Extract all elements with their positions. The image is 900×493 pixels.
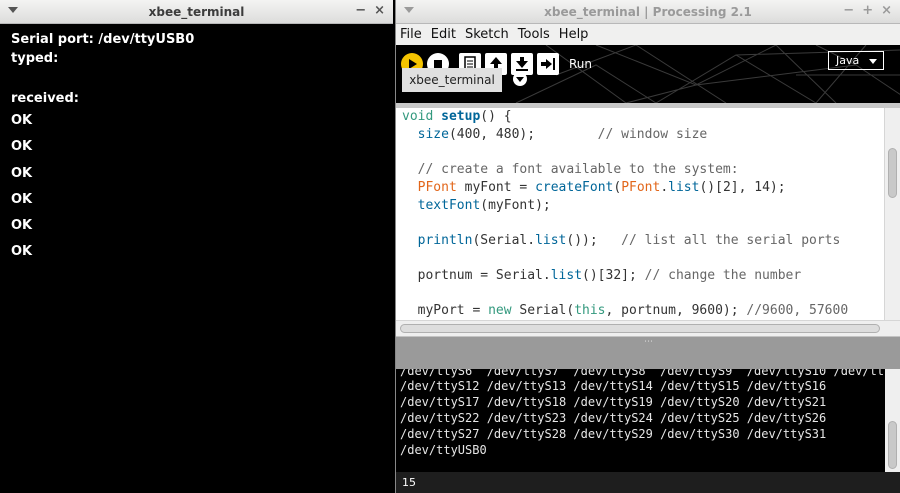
menu-file[interactable]: File — [400, 27, 422, 42]
code-editor[interactable]: void setup() { size(400, 480); // window… — [396, 108, 884, 320]
sketch-output-window: xbee_terminal − × Serial port: /dev/ttyU… — [0, 0, 393, 493]
console-line: /dev/ttyS22 /dev/ttyS23 /dev/ttyS24 /dev… — [400, 411, 827, 425]
menu-help[interactable]: Help — [559, 27, 589, 42]
menu-sketch[interactable]: Sketch — [465, 27, 509, 42]
tab-menu-icon[interactable] — [513, 72, 527, 86]
editor-horizontal-scrollbar[interactable] — [396, 320, 900, 336]
ide-window-title: xbee_terminal | Processing 2.1 — [544, 4, 752, 19]
code-line: PFont myFont = createFont(PFont.list()[2… — [402, 180, 786, 195]
console-scrollbar[interactable] — [885, 369, 900, 472]
console-line: /dev/ttyS27 /dev/ttyS28 /dev/ttyS29 /dev… — [400, 427, 827, 441]
divider-grip-icon[interactable]: ⋯ — [644, 337, 653, 347]
export-button[interactable] — [537, 53, 559, 75]
chevron-down-icon — [869, 59, 877, 64]
console-line: /dev/ttyS12 /dev/ttyS13 /dev/ttyS14 /dev… — [400, 379, 827, 393]
toolbar-status-label: Run — [569, 57, 593, 71]
window-menu-icon[interactable] — [8, 7, 18, 13]
console-line: /dev/ttyUSB0 — [400, 443, 487, 457]
editor-vertical-scrollbar[interactable] — [884, 108, 900, 320]
mode-selector[interactable]: Java — [828, 51, 884, 70]
line-number-status: 15 — [396, 472, 900, 493]
tab-xbee-terminal[interactable]: xbee_terminal — [402, 68, 502, 92]
toolbar: Run Java xbee_terminal — [396, 45, 900, 103]
serial-port-line: Serial port: /dev/ttyUSB0 — [11, 32, 195, 47]
processing-ide-window: xbee_terminal | Processing 2.1 − + × Fil… — [395, 0, 900, 493]
code-line: // create a font available to the system… — [402, 162, 739, 177]
sketch-window-title: xbee_terminal — [148, 4, 245, 19]
code-line: size(400, 480); // window size — [402, 127, 708, 142]
received-line: OK — [11, 191, 33, 207]
received-line: OK — [11, 218, 33, 234]
close-button[interactable]: × — [881, 3, 892, 18]
desktop: xbee_terminal − × Serial port: /dev/ttyU… — [0, 0, 900, 493]
minimize-button[interactable]: − — [843, 3, 854, 18]
received-line: OK — [11, 113, 33, 128]
console-line: /dev/ttyS17 /dev/ttyS18 /dev/ttyS19 /dev… — [400, 395, 827, 409]
code-line: portnum = Serial.list()[32]; // change t… — [402, 268, 802, 283]
sketch-window-titlebar[interactable]: xbee_terminal − × — [0, 0, 393, 24]
minimize-button[interactable]: − — [355, 3, 366, 18]
scrollbar-thumb[interactable] — [888, 421, 897, 469]
received-line: OK — [11, 244, 33, 260]
scrollbar-thumb[interactable] — [888, 148, 897, 198]
window-menu-icon[interactable] — [404, 7, 414, 13]
terminal-output: Serial port: /dev/ttyUSB0 typed: receive… — [0, 24, 393, 266]
code-line: void setup() { — [402, 109, 512, 124]
typed-label: typed: — [11, 51, 59, 66]
ide-titlebar[interactable]: xbee_terminal | Processing 2.1 − + × — [396, 0, 900, 24]
received-line: OK — [11, 139, 33, 155]
close-button[interactable]: × — [374, 3, 385, 18]
code-line: println(Serial.list()); // list all the … — [402, 233, 841, 248]
maximize-button[interactable]: + — [862, 3, 873, 18]
mode-label: Java — [836, 54, 860, 67]
export-icon — [541, 58, 555, 70]
scrollbar-thumb[interactable] — [400, 324, 880, 333]
menu-tools[interactable]: Tools — [518, 27, 550, 42]
menu-edit[interactable]: Edit — [431, 27, 456, 42]
code-line: myPort = new Serial(this, portnum, 9600)… — [402, 303, 849, 318]
code-line: textFont(myFont); — [402, 198, 551, 213]
received-list: OK OK OK OK OK OK — [11, 108, 393, 266]
menu-bar: File Edit Sketch Tools Help — [396, 24, 900, 45]
message-area: ⋯ — [396, 336, 900, 369]
console-output[interactable]: /dev/ttyS6 /dev/ttyS7 /dev/ttyS8 /dev/tt… — [396, 369, 885, 472]
received-label: received: — [11, 91, 80, 106]
received-line: OK — [11, 165, 33, 181]
